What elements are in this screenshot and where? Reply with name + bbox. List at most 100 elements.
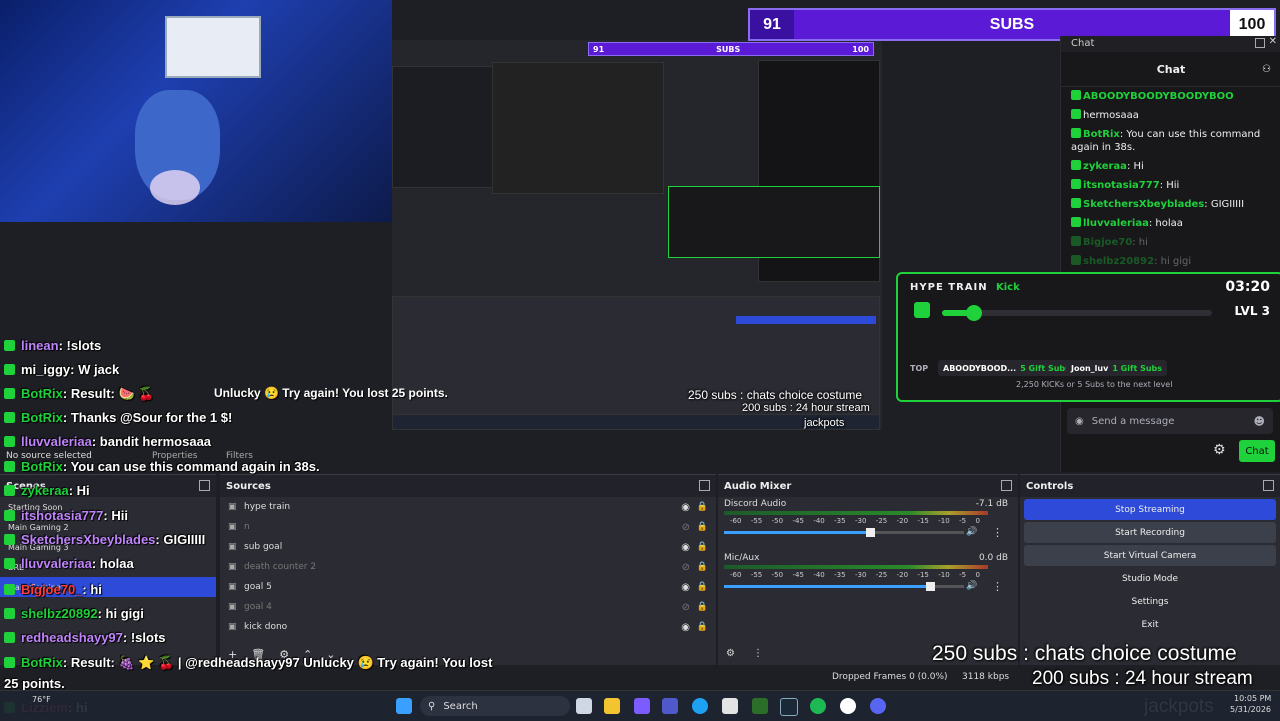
visibility-eye-icon[interactable]: ◉: [681, 622, 690, 633]
popout-icon[interactable]: [699, 480, 710, 491]
source-item[interactable]: ▣ goal 5 ◉ 🔒: [220, 577, 716, 597]
badge-icon: [1071, 90, 1081, 100]
chat-username[interactable]: lluvvaleriaa: [1083, 218, 1149, 229]
chat-dock-title-text: Chat: [1071, 38, 1095, 49]
chat-username[interactable]: zykeraa: [1083, 161, 1127, 172]
visibility-eye-icon[interactable]: ◉: [681, 502, 690, 513]
visibility-eye-icon[interactable]: ◉: [681, 542, 690, 553]
meter-tick: -30: [854, 517, 867, 525]
chat-input[interactable]: ◉ Send a message ☻: [1067, 408, 1273, 434]
teams-icon[interactable]: [662, 698, 678, 714]
visibility-eye-icon[interactable]: ⊘: [682, 602, 690, 613]
popout-icon[interactable]: [1255, 38, 1265, 48]
volume-slider-handle[interactable]: [866, 528, 876, 537]
edge-icon[interactable]: [692, 698, 708, 714]
volume-slider[interactable]: [724, 528, 964, 537]
lock-icon[interactable]: 🔒: [697, 622, 708, 632]
file-explorer-icon[interactable]: [604, 698, 620, 714]
filters-button[interactable]: Filters: [226, 451, 253, 461]
visibility-eye-icon[interactable]: ⊘: [682, 562, 690, 573]
chat-username[interactable]: itsnotasia777: [1083, 180, 1160, 191]
volume-slider-fill: [724, 585, 931, 588]
taskbar-search[interactable]: ⚲ Search: [420, 696, 570, 716]
task-view-icon[interactable]: [576, 698, 592, 714]
lock-icon[interactable]: 🔒: [697, 522, 708, 532]
chat-username[interactable]: SketchersXbeyblades: [1083, 199, 1204, 210]
source-item[interactable]: ▣ n ⊘ 🔒: [220, 517, 716, 537]
users-icon[interactable]: ⚇: [1262, 64, 1271, 75]
source-item[interactable]: ▣ death counter 2 ⊘ 🔒: [220, 557, 716, 577]
meter-tick: -5: [959, 517, 967, 525]
source-item[interactable]: ▣ goal 4 ⊘ 🔒: [220, 597, 716, 617]
speaker-icon[interactable]: 🔊: [966, 581, 977, 591]
mixer-channel-name: Discord Audio: [724, 499, 787, 509]
control-button-stop-streaming[interactable]: Stop Streaming: [1024, 499, 1276, 520]
volume-slider-handle[interactable]: [926, 582, 936, 591]
volume-slider[interactable]: [724, 582, 964, 591]
settings-gear-icon[interactable]: ⚙: [1213, 442, 1226, 458]
top-contributor-2-value: 1 Gift Subs: [1112, 363, 1163, 373]
controls-header: Controls: [1020, 475, 1280, 497]
meter-tick: -55: [750, 571, 763, 579]
control-button-settings[interactable]: Settings: [1024, 591, 1276, 612]
hype-train-timer: 03:20: [1225, 279, 1270, 295]
popout-icon[interactable]: [1263, 480, 1274, 491]
channel-menu-icon[interactable]: ⋮: [992, 580, 1003, 593]
windows-start-icon[interactable]: [396, 698, 412, 714]
overlay-chat-text: : GIGIIIII: [155, 532, 206, 547]
overlay-chat-username: BotRix: [21, 459, 63, 474]
control-button-start-recording[interactable]: Start Recording: [1024, 522, 1276, 543]
chat-username[interactable]: BotRix: [1083, 129, 1120, 140]
popout-icon[interactable]: [1001, 480, 1012, 491]
visibility-eye-icon[interactable]: ⊘: [682, 522, 690, 533]
channel-menu-icon[interactable]: ⋮: [992, 526, 1003, 539]
spotify-icon[interactable]: [810, 698, 826, 714]
chat-username[interactable]: ABOODYBOODYBOODYBOO: [1083, 91, 1234, 102]
visibility-eye-icon[interactable]: ◉: [681, 582, 690, 593]
goal-text-small-1: 250 subs : chats choice costume: [688, 388, 863, 402]
discord-icon[interactable]: [870, 698, 886, 714]
mixer-settings-icon[interactable]: ⚙: [726, 648, 735, 659]
source-item[interactable]: ▣ hype train ◉ 🔒: [220, 497, 716, 517]
obs-icon[interactable]: [840, 698, 856, 714]
meter-tick: -40: [813, 571, 825, 579]
control-button-exit[interactable]: Exit: [1024, 614, 1276, 635]
store-icon[interactable]: [722, 698, 738, 714]
lock-icon[interactable]: 🔒: [697, 502, 708, 512]
properties-button[interactable]: Properties: [152, 451, 197, 461]
meter-tick: -60: [730, 517, 742, 525]
chat-text: Hi: [1133, 161, 1144, 172]
source-item[interactable]: ▣ kick dono ◉ 🔒: [220, 617, 716, 637]
lock-icon[interactable]: 🔒: [697, 542, 708, 552]
badge-icon: [1071, 236, 1081, 246]
overlay-chat-text: : !slots: [122, 630, 166, 645]
copilot-icon[interactable]: [634, 698, 650, 714]
chat-username[interactable]: shelbz20892: [1083, 256, 1154, 267]
close-icon[interactable]: ✕: [1269, 36, 1277, 47]
overlay-chat-username: mi_iggy: [21, 362, 71, 377]
lock-icon[interactable]: 🔒: [697, 562, 708, 572]
chat-username[interactable]: Bigjoe70: [1083, 237, 1132, 248]
lock-icon[interactable]: 🔒: [697, 582, 708, 592]
app-icon-green[interactable]: [752, 698, 768, 714]
source-item[interactable]: ▣ sub goal ◉ 🔒: [220, 537, 716, 557]
emoji-icon[interactable]: ☻: [1254, 415, 1265, 428]
overlay-chat-text: : !slots: [58, 338, 102, 353]
overlay-chat-text: : holaa: [91, 556, 134, 571]
chat-text: holaa: [1155, 218, 1183, 229]
control-button-start-virtual-camera[interactable]: Start Virtual Camera: [1024, 545, 1276, 566]
overlay-chat-username: shelbz20892: [21, 606, 98, 621]
goal-text-small-3: jackpots: [804, 417, 845, 429]
popout-icon[interactable]: [199, 480, 210, 491]
overlay-chat-line: BotRix: Result: 🍇 ⭐ 🍒 | @redheadshayy97 …: [4, 655, 492, 671]
meter-tick: 0: [975, 571, 980, 579]
more-menu-icon[interactable]: ⋮: [753, 648, 763, 659]
control-button-studio-mode[interactable]: Studio Mode: [1024, 568, 1276, 589]
overlay-badge-icon: [4, 608, 15, 619]
lock-icon[interactable]: 🔒: [697, 602, 708, 612]
chat-message: BotRix: You can use this command again i…: [1061, 125, 1280, 157]
chat-send-button[interactable]: Chat: [1239, 440, 1275, 462]
steam-icon[interactable]: [780, 698, 798, 716]
meter-tick: -40: [813, 517, 825, 525]
speaker-icon[interactable]: 🔊: [966, 527, 977, 537]
